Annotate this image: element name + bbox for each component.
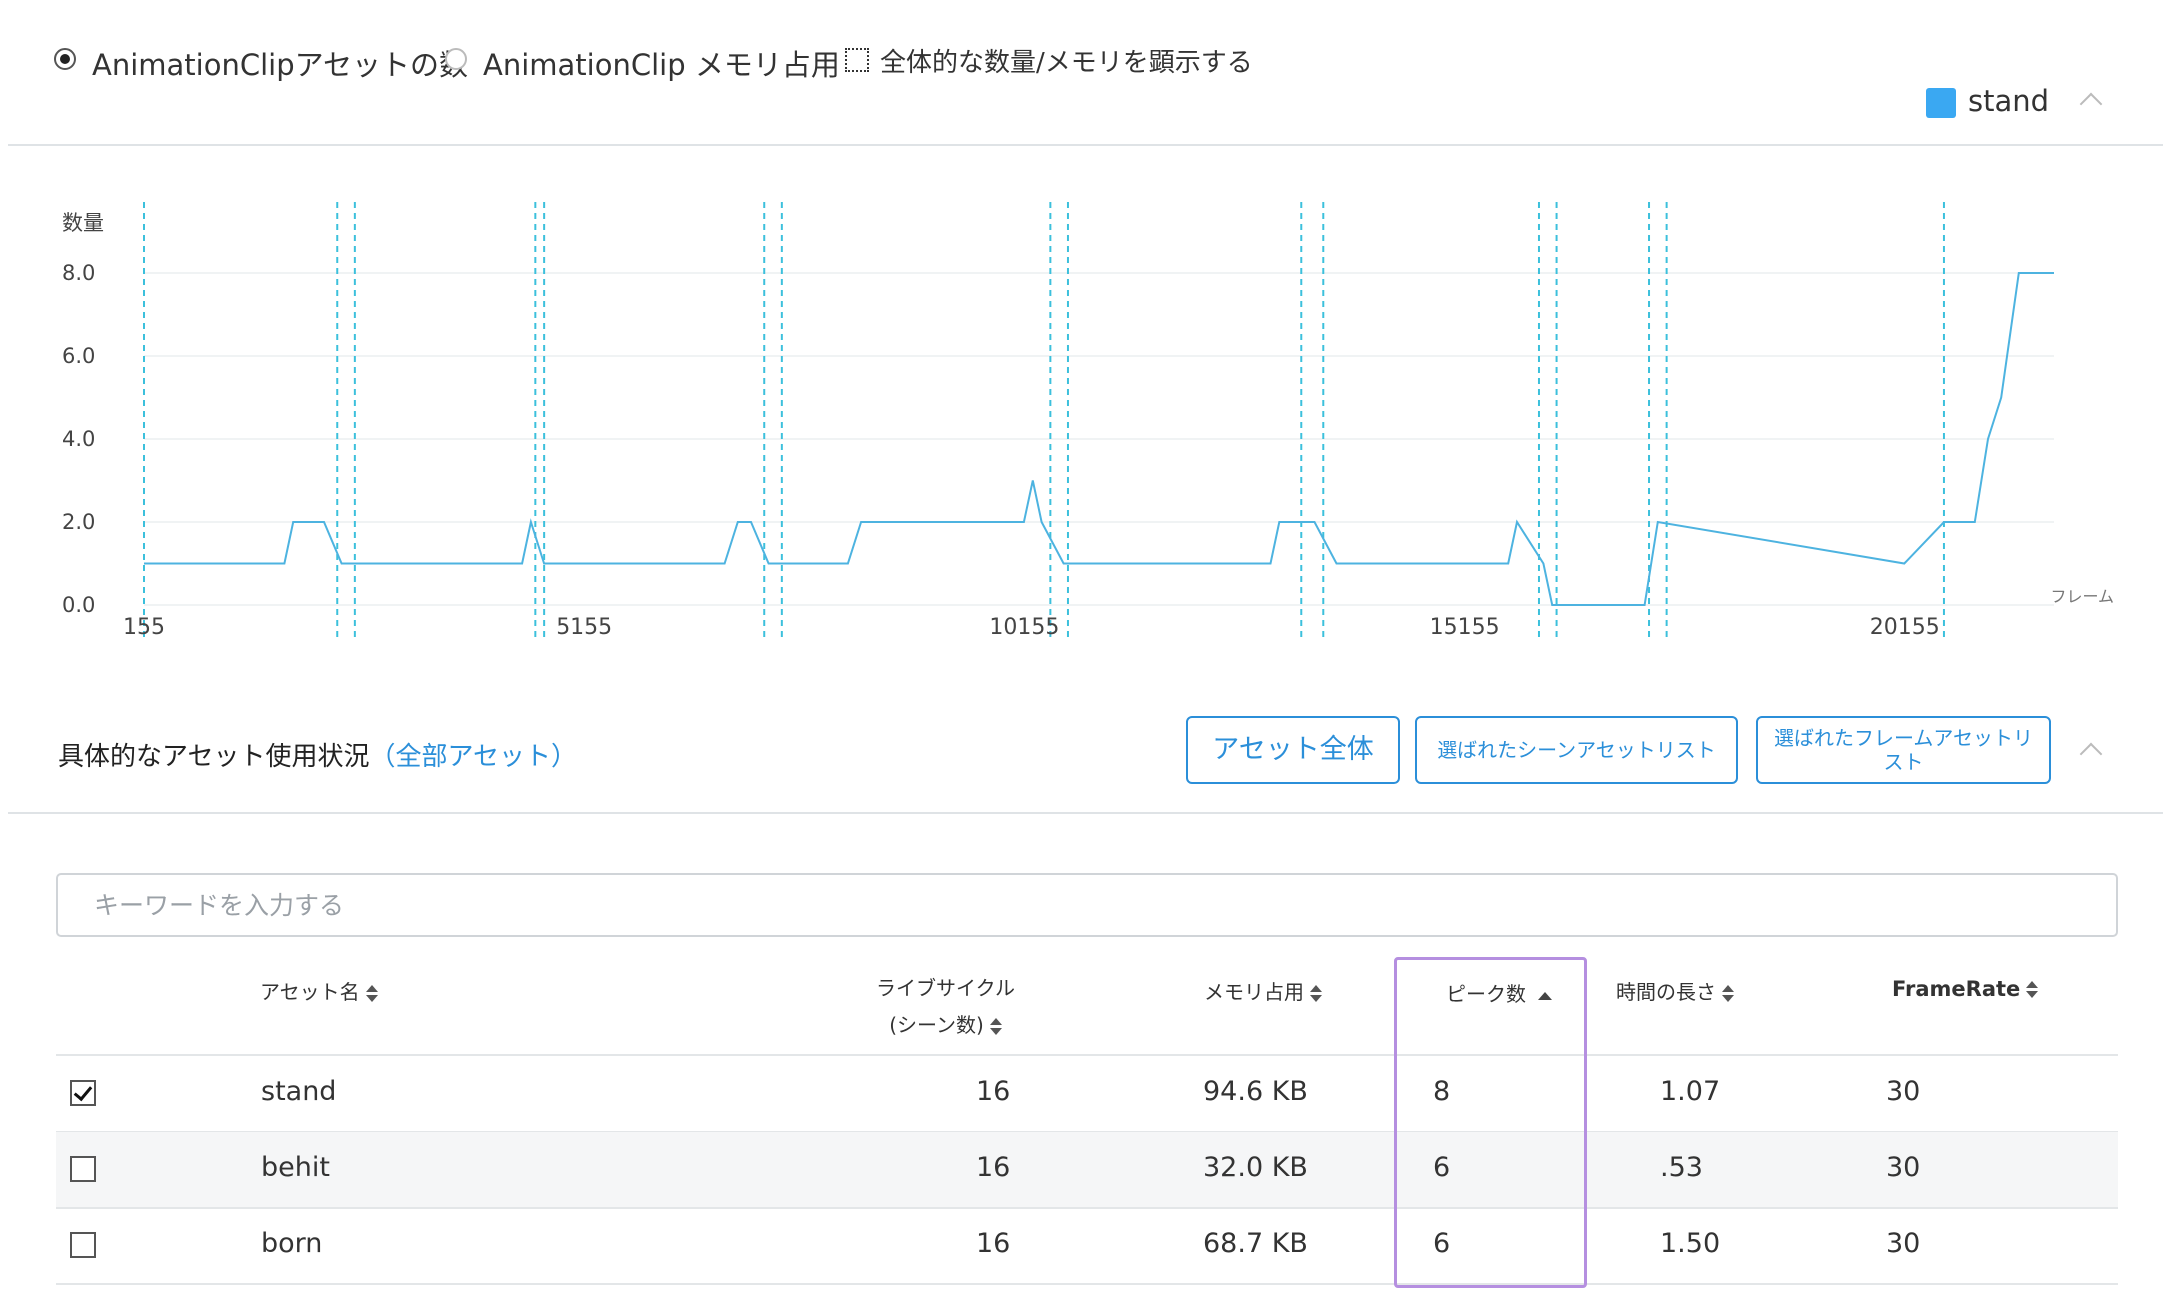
- sort-icon[interactable]: [1722, 984, 1734, 1004]
- table-row[interactable]: born 16 68.7 KB 6 1.50 30: [56, 1208, 2118, 1285]
- col-header-duration[interactable]: 時間の長さ: [1616, 976, 1734, 1005]
- cell-memory: 94.6 KB: [1203, 1076, 1308, 1107]
- cell-peak: 6: [1433, 1152, 1451, 1183]
- section-title: 具体的なアセット使用状況（全部アセット）: [58, 736, 577, 773]
- col-header-memory[interactable]: メモリ占用: [1204, 976, 1322, 1005]
- y-tick-label: 8.0: [62, 261, 95, 285]
- section-title-text: 具体的なアセット使用状況: [58, 742, 370, 772]
- x-tick-label: 5155: [556, 615, 612, 640]
- legend-label: stand: [1968, 84, 2050, 118]
- cell-memory: 32.0 KB: [1203, 1152, 1308, 1183]
- cell-name: stand: [261, 1076, 337, 1107]
- sort-icon[interactable]: [1310, 984, 1322, 1004]
- cell-framerate: 30: [1886, 1076, 1921, 1107]
- cell-duration: 1.50: [1660, 1228, 1721, 1259]
- table-row[interactable]: behit 16 32.0 KB 6 .53 30: [56, 1132, 2118, 1209]
- col-header-peak[interactable]: ピーク数: [1446, 978, 1552, 1007]
- col-header-duration-label: 時間の長さ: [1616, 980, 1716, 1004]
- sort-icon[interactable]: [365, 984, 378, 1004]
- cell-lifecycle: 16: [976, 1076, 1011, 1107]
- radio-unselected-indicator[interactable]: [445, 48, 467, 70]
- cell-name: born: [261, 1228, 323, 1259]
- asset-count-chart: 0.0 2.0 4.0 6.0 8.0 155 5155 10155 15155 20155 数量フ…: [62, 202, 2114, 640]
- table-row[interactable]: stand 16 94.6 KB 8 1.07 30: [56, 1056, 2118, 1133]
- collapse-section-icon[interactable]: [2079, 742, 2103, 766]
- col-header-memory-label: メモリ占用: [1204, 980, 1304, 1004]
- selected-frame-assets-button[interactable]: 選ばれたフレームアセットリスト: [1756, 716, 2051, 784]
- option-memory-label: AnimationClip メモリ占用: [483, 48, 840, 82]
- search-box[interactable]: [56, 873, 2118, 937]
- checkbox-box[interactable]: [845, 48, 869, 72]
- cell-duration: .53: [1660, 1152, 1703, 1183]
- cell-name: behit: [261, 1152, 330, 1183]
- option-count-label: AnimationClipアセットの数: [92, 48, 469, 82]
- cell-framerate: 30: [1886, 1152, 1921, 1183]
- all-assets-link[interactable]: （全部アセット）: [369, 742, 576, 772]
- cell-memory: 68.7 KB: [1203, 1228, 1308, 1259]
- x-tick-label: 155: [123, 615, 165, 640]
- col-header-lifecycle-sub: (シーン数): [889, 1013, 984, 1037]
- show-total-label: 全体的な数量/メモリを顕示する: [880, 48, 1253, 78]
- x-tick-label: 10155: [989, 615, 1059, 640]
- cell-framerate: 30: [1886, 1228, 1921, 1259]
- y-tick-label: 0.0: [62, 593, 95, 617]
- cell-peak: 8: [1433, 1076, 1451, 1107]
- x-tick-label: 20155: [1870, 615, 1940, 640]
- col-header-peak-label: ピーク数: [1446, 982, 1526, 1006]
- divider: [8, 144, 2163, 146]
- row-checkbox[interactable]: [70, 1080, 96, 1106]
- cell-lifecycle: 16: [976, 1152, 1011, 1183]
- legend-color-swatch: [1926, 88, 1956, 118]
- sort-icon[interactable]: [989, 1017, 1002, 1037]
- col-header-name[interactable]: アセット名: [260, 976, 378, 1005]
- y-tick-label: 4.0: [62, 427, 95, 451]
- collapse-chart-icon[interactable]: [2079, 92, 2103, 116]
- y-tick-label: 6.0: [62, 344, 95, 368]
- all-assets-button[interactable]: アセット全体: [1186, 716, 1400, 784]
- row-checkbox[interactable]: [70, 1232, 96, 1258]
- radio-selected-indicator[interactable]: [54, 48, 76, 70]
- sort-icon[interactable]: [2026, 980, 2039, 1000]
- col-header-lifecycle-label: ライブサイクル: [876, 976, 1015, 1000]
- cell-lifecycle: 16: [976, 1228, 1011, 1259]
- selected-scene-assets-button[interactable]: 選ばれたシーンアセットリスト: [1415, 716, 1738, 784]
- col-header-lifecycle[interactable]: ライブサイクル (シーン数): [876, 972, 1015, 1038]
- row-checkbox[interactable]: [70, 1156, 96, 1182]
- col-header-framerate-label: FrameRate: [1892, 977, 2021, 1001]
- x-axis-label: フレーム: [2050, 587, 2114, 606]
- cell-peak: 6: [1433, 1228, 1451, 1259]
- search-input[interactable]: [58, 875, 2116, 935]
- y-tick-label: 2.0: [62, 510, 95, 534]
- col-header-framerate[interactable]: FrameRate: [1892, 977, 2039, 1001]
- col-header-name-label: アセット名: [260, 980, 360, 1004]
- y-axis-label: 数量: [62, 211, 104, 235]
- divider: [8, 812, 2163, 814]
- x-tick-label: 15155: [1430, 615, 1500, 640]
- cell-duration: 1.07: [1660, 1076, 1721, 1107]
- sort-ascending-icon[interactable]: [1538, 991, 1552, 1000]
